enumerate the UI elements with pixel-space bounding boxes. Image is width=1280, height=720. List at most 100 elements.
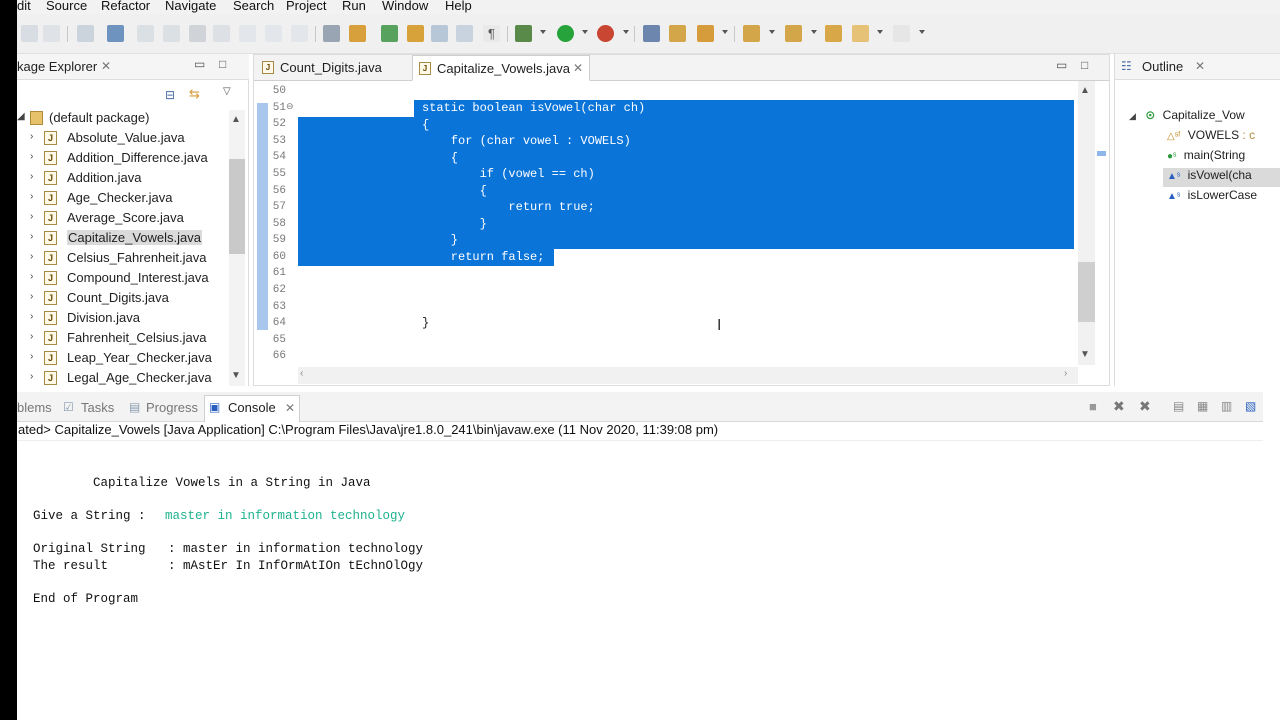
code-line[interactable]: } xyxy=(422,217,487,231)
scroll-up-icon[interactable]: ▲ xyxy=(1080,85,1090,96)
menu-project[interactable]: Project xyxy=(286,0,326,13)
outline-method-row[interactable]: ●ˢ main(String xyxy=(1167,148,1245,167)
suspend-icon[interactable] xyxy=(163,25,180,42)
run-icon[interactable] xyxy=(557,25,574,42)
print-icon[interactable] xyxy=(77,25,94,42)
close-icon[interactable]: ✕ xyxy=(1195,59,1205,73)
tab-problems[interactable]: blems xyxy=(17,400,52,415)
code-line[interactable]: } xyxy=(422,233,458,247)
step-return-icon[interactable] xyxy=(291,25,308,42)
new-package-icon[interactable] xyxy=(643,25,660,42)
code-line[interactable]: for (char vowel : VOWELS) xyxy=(422,134,631,148)
code-line[interactable]: } xyxy=(422,316,429,330)
remove-launch-icon[interactable]: ✖ xyxy=(1113,398,1125,415)
collapse-arrow-icon[interactable]: › xyxy=(30,171,33,182)
collapse-arrow-icon[interactable]: › xyxy=(30,271,33,282)
step-over-icon[interactable] xyxy=(265,25,282,42)
outline-class-row[interactable]: ◢ ⊙ Capitalize_Vow xyxy=(1129,108,1245,127)
collapse-arrow-icon[interactable]: › xyxy=(30,211,33,222)
outline-field-row[interactable]: △ˢᶠ VOWELS : c xyxy=(1167,128,1255,147)
close-tab-icon[interactable]: ✕ xyxy=(573,61,583,75)
code-line[interactable]: { xyxy=(422,118,429,132)
tree-item-selected[interactable]: › J Capitalize_Vowels.java xyxy=(17,228,229,247)
editor-horizontal-scrollbar[interactable] xyxy=(298,367,1078,384)
editor-scroll-thumb[interactable] xyxy=(1078,262,1095,322)
collapse-arrow-icon[interactable]: › xyxy=(30,131,33,142)
terminate-icon[interactable] xyxy=(189,25,206,42)
code-line[interactable]: return true; xyxy=(422,200,594,214)
menu-edit[interactable]: dit xyxy=(17,0,31,13)
tree-item[interactable]: › J Division.java xyxy=(17,308,229,327)
pin-console-icon[interactable]: ▧ xyxy=(1245,399,1256,413)
fold-icon[interactable]: ⊖ xyxy=(286,101,294,112)
tree-item[interactable]: › J Leap_Year_Checker.java xyxy=(17,348,229,367)
expand-arrow-icon[interactable]: ◢ xyxy=(1129,111,1136,121)
last-edit-location-icon[interactable] xyxy=(825,25,842,42)
link-with-editor-icon[interactable]: ⇆ xyxy=(189,86,200,102)
external-tools-icon[interactable] xyxy=(597,25,614,42)
scroll-left-icon[interactable]: ‹ xyxy=(300,368,303,379)
terminate-icon[interactable]: ■ xyxy=(1089,399,1097,414)
tree-item[interactable]: › J Average_Score.java xyxy=(17,208,229,227)
expand-arrow-icon[interactable]: ◢ xyxy=(17,111,25,122)
menu-search[interactable]: Search xyxy=(233,0,274,13)
scroll-down-icon[interactable]: ▼ xyxy=(231,370,241,381)
scroll-down-icon[interactable]: ▼ xyxy=(1080,349,1090,360)
tab-capitalize-vowels[interactable]: J Capitalize_Vowels.java ✕ xyxy=(412,55,590,81)
maximize-icon[interactable]: □ xyxy=(1081,58,1088,72)
use-step-filters-icon[interactable] xyxy=(349,25,366,42)
tree-item[interactable]: › J Compound_Interest.java xyxy=(17,268,229,287)
collapse-arrow-icon[interactable]: › xyxy=(30,331,33,342)
minimize-icon[interactable]: ▭ xyxy=(1056,58,1067,72)
collapse-arrow-icon[interactable]: › xyxy=(30,371,33,382)
code-line[interactable]: if (vowel == ch) xyxy=(422,167,595,181)
menu-source[interactable]: Source xyxy=(46,0,87,13)
outline-title[interactable]: Outline xyxy=(1142,59,1183,74)
show-whitespace-icon[interactable]: ¶ xyxy=(483,25,500,42)
menu-window[interactable]: Window xyxy=(382,0,428,13)
open-type-icon[interactable] xyxy=(669,25,686,42)
collapse-arrow-icon[interactable]: › xyxy=(30,291,33,302)
tree-package-default[interactable]: ◢ (default package) xyxy=(17,108,229,127)
step-into-icon[interactable] xyxy=(239,25,256,42)
previous-annotation-icon[interactable] xyxy=(785,25,802,42)
debug-icon[interactable] xyxy=(515,25,532,42)
console-output[interactable]: Capitalize Vowels in a String in Java Gi… xyxy=(17,440,1263,720)
search-icon[interactable] xyxy=(697,25,714,42)
outline-method-row[interactable]: ▲ˢ isLowerCase xyxy=(1167,188,1257,207)
highlight-icon[interactable] xyxy=(407,25,424,42)
collapse-arrow-icon[interactable]: › xyxy=(30,191,33,202)
scroll-right-icon[interactable]: › xyxy=(1064,368,1067,379)
block-selection-icon[interactable] xyxy=(456,25,473,42)
tree-item[interactable]: › J Celsius_Fahrenheit.java xyxy=(17,248,229,267)
menu-help[interactable]: Help xyxy=(445,0,472,13)
drop-to-frame-icon[interactable] xyxy=(323,25,340,42)
tab-progress[interactable]: Progress xyxy=(146,400,198,415)
tree-item[interactable]: › J Absolute_Value.java xyxy=(17,128,229,147)
clear-console-icon[interactable]: ▤ xyxy=(1173,399,1184,413)
close-icon[interactable]: ✕ xyxy=(285,401,295,415)
code-line[interactable]: static boolean isVowel(char ch) xyxy=(422,101,645,115)
tab-console-active[interactable]: ▣ Console ✕ xyxy=(204,395,300,423)
resume-icon[interactable] xyxy=(137,25,154,42)
back-icon[interactable] xyxy=(852,25,869,42)
tree-item[interactable]: › J Age_Checker.java xyxy=(17,188,229,207)
word-wrap-icon[interactable]: ▥ xyxy=(1221,399,1232,413)
scroll-up-icon[interactable]: ▲ xyxy=(231,114,241,125)
editor-vertical-scrollbar[interactable] xyxy=(1078,81,1095,365)
tree-item[interactable]: › J Fahrenheit_Celsius.java xyxy=(17,328,229,347)
toggle-mark-occurrences-icon[interactable] xyxy=(431,25,448,42)
scroll-lock-icon[interactable]: ▦ xyxy=(1197,399,1208,413)
package-explorer-title[interactable]: kage Explorer xyxy=(17,59,97,74)
collapse-arrow-icon[interactable]: › xyxy=(30,151,33,162)
overview-ruler-mark[interactable] xyxy=(1097,151,1106,156)
collapse-arrow-icon[interactable]: › xyxy=(30,251,33,262)
minimize-icon[interactable]: ▭ xyxy=(194,57,205,71)
disconnect-icon[interactable] xyxy=(213,25,230,42)
menu-navigate[interactable]: Navigate xyxy=(165,0,216,13)
copy-icon[interactable] xyxy=(43,25,60,42)
tab-count-digits[interactable]: J Count_Digits.java xyxy=(254,55,410,81)
code-line[interactable]: return false; xyxy=(422,250,545,264)
outline-method-row-selected[interactable]: ▲ˢ isVowel(cha xyxy=(1163,168,1280,187)
collapse-arrow-icon[interactable]: › xyxy=(30,351,33,362)
